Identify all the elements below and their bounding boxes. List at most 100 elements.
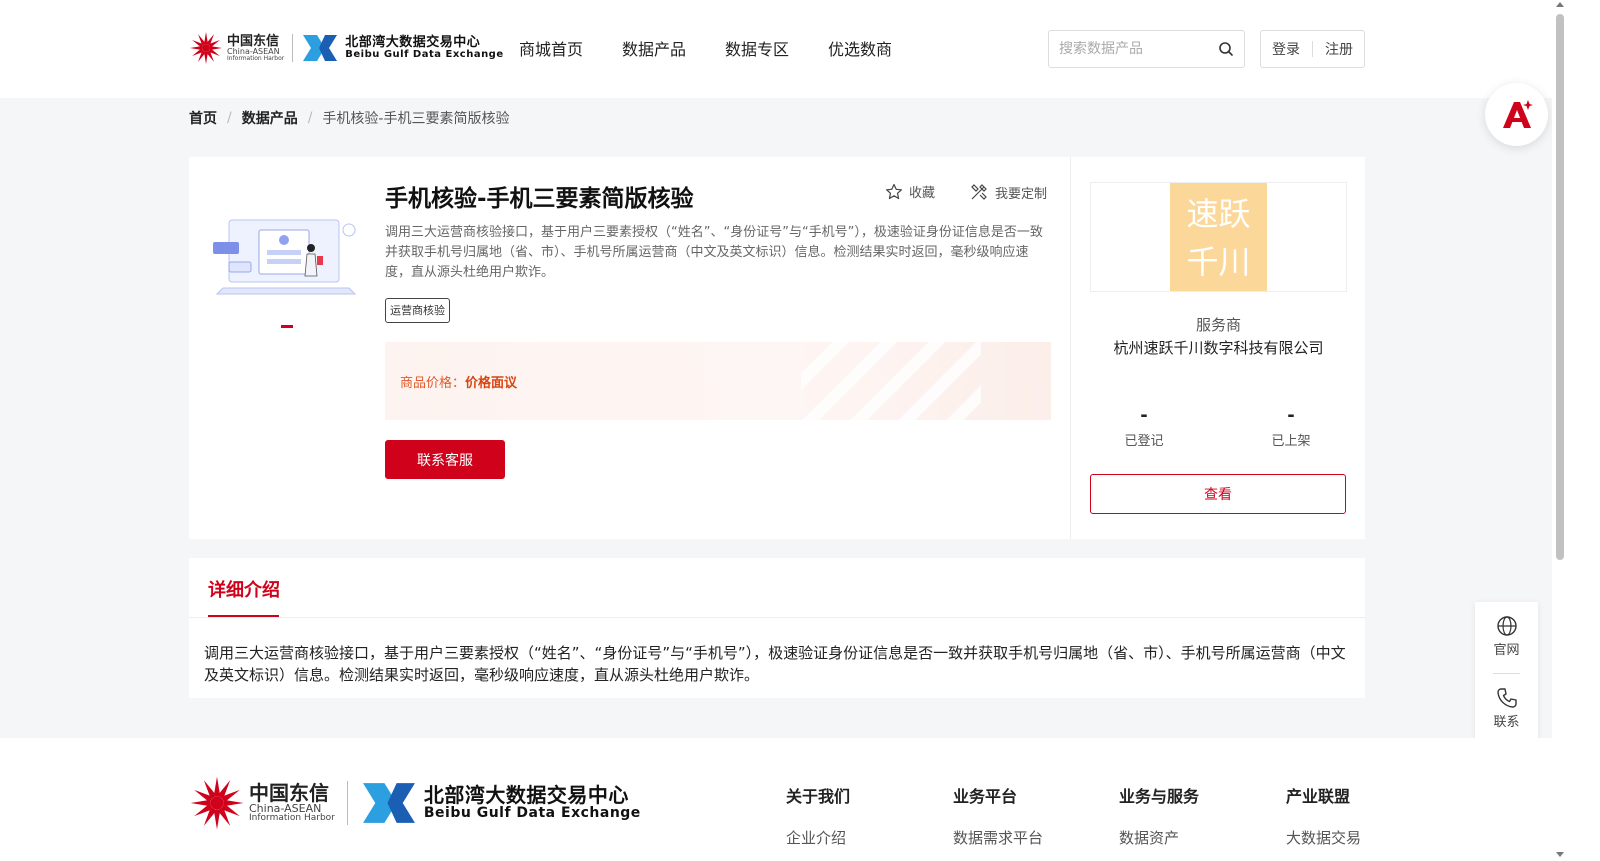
provider-name: 杭州速跃千川数字科技有限公司 xyxy=(1113,339,1324,357)
breadcrumb-home[interactable]: 首页 xyxy=(189,108,217,128)
auth-box: 登录 注册 xyxy=(1260,30,1365,68)
scroll-down-arrow-icon[interactable] xyxy=(1556,852,1564,857)
website-label: 官网 xyxy=(1493,643,1520,658)
price-label: 商品价格： xyxy=(400,376,466,391)
favorite-label: 收藏 xyxy=(909,186,936,201)
footer-col-alliance: 产业联盟 大数据交易 xyxy=(1286,783,1361,848)
footer-beibu-gulf-mark-icon xyxy=(362,783,415,823)
nav-data-products[interactable]: 数据产品 xyxy=(622,36,686,60)
nav-preferred-vendors[interactable]: 优选数商 xyxy=(828,36,892,60)
provider-logo[interactable]: 速跃 千川 xyxy=(1170,183,1267,291)
contact-service-button[interactable]: 联系客服 xyxy=(385,440,505,479)
site-header: 中国东信 China-ASEAN Information Harbor 北部湾大… xyxy=(0,0,1568,98)
china-asean-burst-icon xyxy=(190,32,222,64)
beibu-gulf-logo-cn: 北部湾大数据交易中心 xyxy=(345,34,481,50)
contact-label: 联系 xyxy=(1493,715,1520,730)
product-illustration xyxy=(213,219,357,295)
footer-china-asean-burst-icon xyxy=(190,776,244,830)
provider-logo-frame: 速跃 千川 xyxy=(1090,182,1347,292)
listed-stat: - 已上架 xyxy=(1231,405,1351,449)
search-box xyxy=(1048,30,1245,68)
price-value: 价格面议 xyxy=(465,376,518,391)
registered-label: 已登记 xyxy=(1124,434,1164,449)
footer-china-asean-logo-en2: Information Harbor xyxy=(249,813,335,823)
china-asean-logo-en2: Information Harbor xyxy=(227,54,285,62)
detail-section: 详细介绍 调用三大运营商核验接口，基于用户三要素授权（“姓名”、“身份证号”与“… xyxy=(189,558,1365,698)
product-description: 调用三大运营商核验接口，基于用户三要素授权（“姓名”、“身份证号”与“手机号”）… xyxy=(385,225,1043,280)
website-button[interactable]: 官网 xyxy=(1475,615,1538,658)
logo-divider xyxy=(292,34,294,62)
registered-stat: - 已登记 xyxy=(1084,405,1204,449)
price-box: 商品价格：价格面议 xyxy=(385,342,1051,420)
login-link[interactable]: 登录 xyxy=(1272,39,1300,59)
footer-col-title: 业务与服务 xyxy=(1119,787,1200,806)
registered-count: - xyxy=(1140,405,1148,426)
breadcrumb-data-products[interactable]: 数据产品 xyxy=(242,108,298,128)
footer-link[interactable]: 企业介绍 xyxy=(786,827,850,848)
contact-button[interactable]: 联系 xyxy=(1475,687,1538,730)
nav-data-zone[interactable]: 数据专区 xyxy=(725,36,789,60)
customize-button[interactable]: 我要定制 xyxy=(969,182,1047,202)
page-scrollbar[interactable] xyxy=(1552,0,1568,861)
china-asean-logo-cn: 中国东信 xyxy=(227,33,280,49)
footer-link[interactable]: 大数据交易 xyxy=(1286,827,1361,848)
search-icon[interactable] xyxy=(1218,41,1234,57)
footer-beibu-gulf-logo: 北部湾大数据交易中心 Beibu Gulf Data Exchange xyxy=(360,780,641,826)
footer-logo-divider xyxy=(346,781,348,825)
ai-assistant-icon xyxy=(1502,99,1533,128)
footer-col-title: 关于我们 xyxy=(786,787,851,806)
provider-label: 服务商 xyxy=(1195,316,1241,334)
listed-count: - xyxy=(1287,405,1295,426)
footer-beibu-gulf-logo-en: Beibu Gulf Data Exchange xyxy=(423,805,641,822)
star-icon xyxy=(886,183,902,199)
card-divider xyxy=(1070,157,1071,539)
nav-home[interactable]: 商城首页 xyxy=(519,36,583,60)
customize-tools-icon xyxy=(971,184,987,200)
breadcrumb-separator: / xyxy=(227,110,232,126)
image-carousel-indicator[interactable] xyxy=(281,325,293,328)
search-input[interactable] xyxy=(1059,41,1218,57)
footer-link[interactable]: 数据需求平台 xyxy=(953,827,1043,848)
china-asean-logo: 中国东信 China-ASEAN Information Harbor xyxy=(189,31,284,65)
beibu-gulf-logo: 北部湾大数据交易中心 Beibu Gulf Data Exchange xyxy=(301,33,503,63)
beibu-gulf-logo-en: Beibu Gulf Data Exchange xyxy=(345,48,504,60)
price-row: 商品价格：价格面议 xyxy=(400,372,517,391)
site-logo[interactable]: 中国东信 China-ASEAN Information Harbor 北部湾大… xyxy=(189,28,504,68)
globe-icon xyxy=(1496,616,1517,636)
footer-col-title: 业务平台 xyxy=(953,787,1018,806)
product-title: 手机核验-手机三要素简版核验 xyxy=(385,186,694,212)
active-tab-indicator xyxy=(208,615,279,617)
provider-logo-line2: 千川 xyxy=(1186,243,1251,281)
footer-col-platform: 业务平台 数据需求平台 xyxy=(953,783,1043,848)
footer-logo[interactable]: 中国东信 China-ASEAN Information Harbor 北部湾大… xyxy=(189,775,641,831)
window-margin xyxy=(1568,0,1600,861)
ai-assistant-button[interactable] xyxy=(1485,83,1548,146)
breadcrumb: 首页 / 数据产品 / 手机核验-手机三要素简版核验 xyxy=(189,108,510,128)
main-nav: 商城首页 数据产品 数据专区 优选数商 xyxy=(519,36,931,60)
phone-icon xyxy=(1496,688,1517,708)
footer-col-about: 关于我们 企业介绍 xyxy=(786,783,850,848)
side-float-divider xyxy=(1493,673,1520,674)
footer-china-asean-logo: 中国东信 China-ASEAN Information Harbor xyxy=(189,775,335,831)
side-float-panel: 官网 联系 xyxy=(1475,602,1538,744)
footer-col-title: 产业联盟 xyxy=(1286,787,1351,806)
register-link[interactable]: 注册 xyxy=(1325,39,1353,59)
site-footer: 中国东信 China-ASEAN Information Harbor 北部湾大… xyxy=(0,738,1568,861)
footer-beibu-gulf-logo-cn: 北部湾大数据交易中心 xyxy=(423,783,629,808)
customize-label: 我要定制 xyxy=(995,186,1048,202)
breadcrumb-separator: / xyxy=(307,110,313,126)
view-provider-button[interactable]: 查看 xyxy=(1090,474,1346,514)
favorite-button[interactable]: 收藏 xyxy=(885,182,935,201)
beibu-gulf-mark-icon xyxy=(303,35,338,61)
tab-detail-intro[interactable]: 详细介绍 xyxy=(208,576,280,602)
footer-col-services: 业务与服务 数据资产 xyxy=(1119,783,1199,848)
product-tag[interactable]: 运营商核验 xyxy=(385,298,450,323)
detail-text: 调用三大运营商核验接口，基于用户三要素授权（“姓名”、“身份证号”与“手机号”）… xyxy=(204,644,1346,684)
scroll-up-arrow-icon[interactable] xyxy=(1556,2,1564,7)
footer-china-asean-logo-cn: 中国东信 xyxy=(249,781,329,805)
scrollbar-thumb[interactable] xyxy=(1556,14,1564,560)
product-card: 手机核验-手机三要素简版核验 收藏 我要定制 调用三大运营商核验接口，基于用户三… xyxy=(189,157,1365,539)
footer-link[interactable]: 数据资产 xyxy=(1119,827,1199,848)
provider-logo-line1: 速跃 xyxy=(1186,195,1251,233)
price-box-decoration xyxy=(801,342,981,420)
